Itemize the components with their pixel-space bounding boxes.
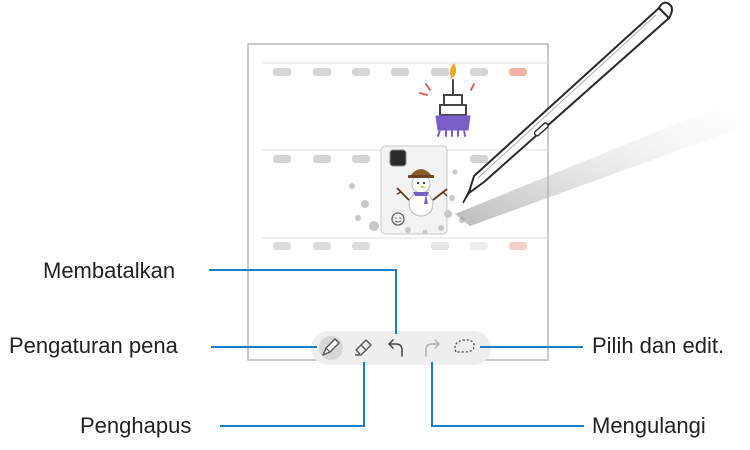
redo-leader — [431, 362, 584, 427]
diagram-canvas — [209, 1, 740, 427]
eraser-leader — [220, 362, 365, 427]
callout-eraser: Penghapus — [80, 413, 192, 438]
callout-pen-settings: Pengaturan pena — [9, 333, 178, 358]
diagram: Membatalkan Pengaturan pena Penghapus Pi… — [0, 0, 750, 445]
callout-redo: Mengulangi — [592, 413, 706, 438]
callout-select-edit: Pilih dan edit. — [592, 333, 725, 358]
callout-undo: Membatalkan — [43, 258, 176, 283]
pen-settings-icon[interactable] — [319, 336, 343, 360]
selection-color-swatch — [389, 149, 407, 167]
